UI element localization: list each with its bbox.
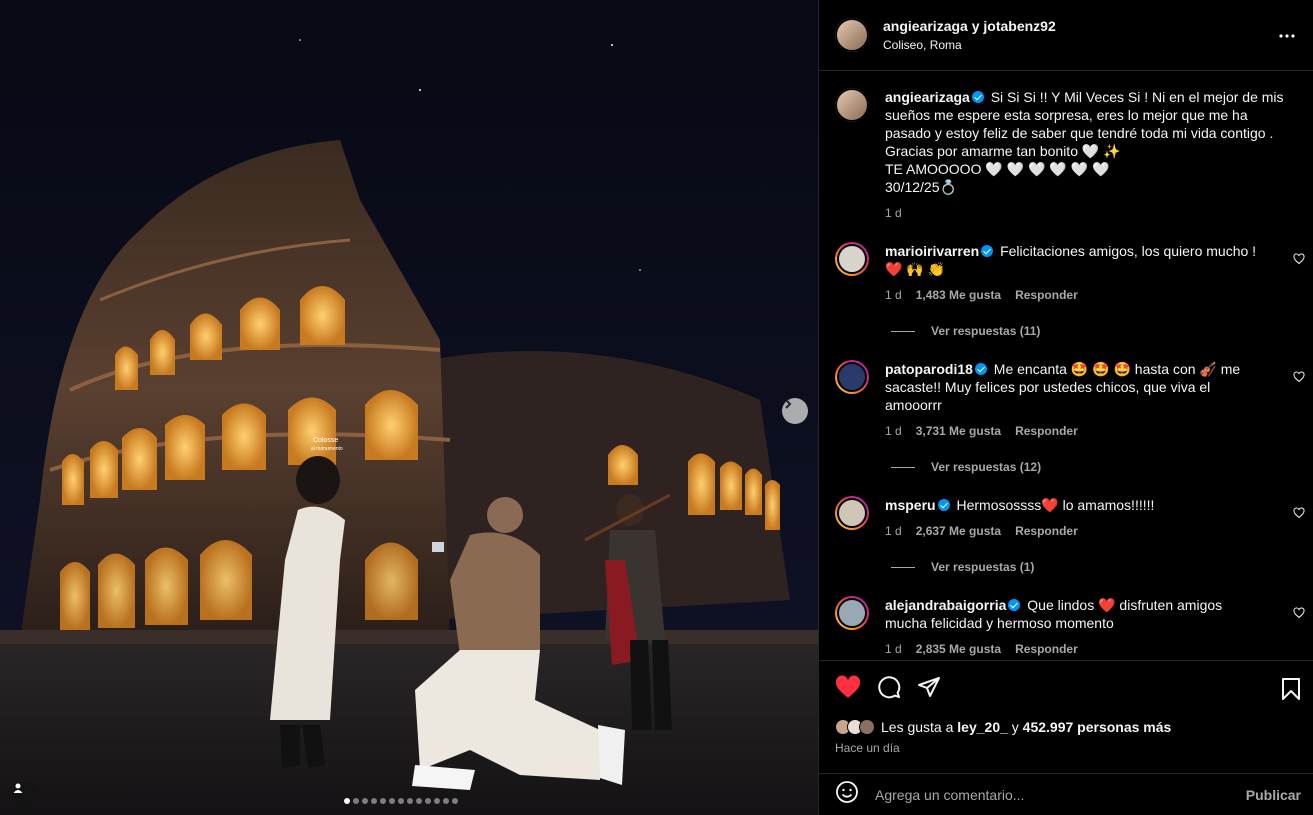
verified-badge-icon xyxy=(981,245,994,257)
reply-button[interactable]: Responder xyxy=(1015,288,1078,302)
comment-likes[interactable]: 2,637 Me gusta xyxy=(916,524,1001,538)
reply-button[interactable]: Responder xyxy=(1015,424,1078,438)
comment-like-button[interactable] xyxy=(1293,252,1305,270)
caption: angiearizaga Si Si Si !! Y Mil Veces Si … xyxy=(835,88,1297,220)
add-comment-bar: Publicar xyxy=(819,773,1313,815)
heart-outline-icon xyxy=(1293,507,1305,519)
commenter-avatar[interactable] xyxy=(835,596,869,630)
caption-line3: 30/12/25💍 xyxy=(885,179,957,195)
carousel-dot xyxy=(425,798,431,804)
comments-list[interactable]: angiearizaga Si Si Si !! Y Mil Veces Si … xyxy=(819,72,1313,660)
commenter-avatar[interactable] xyxy=(835,496,869,530)
comment-username[interactable]: msperu xyxy=(885,497,936,513)
likes-mid: y xyxy=(1011,719,1019,735)
comment-item: alejandrabaigorria Que lindos ❤️ disfrut… xyxy=(835,596,1305,656)
carousel-dots xyxy=(344,798,458,804)
view-replies-button[interactable]: Ver respuestas (11) xyxy=(891,324,1297,338)
liker-avatars xyxy=(835,719,875,735)
reply-button[interactable]: Responder xyxy=(1015,524,1078,538)
carousel-dot xyxy=(398,798,404,804)
post-photo[interactable]: Colosse al monumento xyxy=(0,0,818,815)
comment-input[interactable] xyxy=(875,786,1246,803)
verified-badge-icon xyxy=(1008,599,1021,611)
post-actions: Les gusta a ley_20_ y 452.997 personas m… xyxy=(819,660,1313,755)
colosseum-scene: Colosse al monumento xyxy=(0,0,818,815)
heart-outline-icon xyxy=(1293,371,1305,383)
comment-likes[interactable]: 2,835 Me gusta xyxy=(916,642,1001,656)
caption-line2: TE AMOOOOO 🤍 🤍 🤍 🤍 🤍 🤍 xyxy=(885,161,1110,177)
comment-item: marioirivarren Felicitaciones amigos, lo… xyxy=(835,242,1305,302)
comment-button[interactable] xyxy=(877,675,901,704)
post-side-panel: angiearizaga y jotabenz92 Coliseo, Roma … xyxy=(818,0,1313,815)
carousel-dot xyxy=(353,798,359,804)
comment-time[interactable]: 1 d xyxy=(885,642,902,656)
caption-time[interactable]: 1 d xyxy=(885,206,902,220)
comment-item: msperu Hermosossss❤️ lo amamos!!!!!! 1 d… xyxy=(835,496,1305,538)
publish-button[interactable]: Publicar xyxy=(1246,787,1301,803)
carousel-dot xyxy=(434,798,440,804)
carousel-dot xyxy=(443,798,449,804)
more-options-button[interactable] xyxy=(1279,24,1295,53)
post-time[interactable]: Hace un día xyxy=(835,741,1297,755)
post-location[interactable]: Coliseo, Roma xyxy=(883,38,1056,52)
carousel-dot xyxy=(362,798,368,804)
save-button[interactable] xyxy=(1281,677,1301,706)
caption-username[interactable]: angiearizaga xyxy=(885,89,970,105)
post-authors[interactable]: angiearizaga y jotabenz92 xyxy=(883,18,1056,34)
comment-username[interactable]: marioirivarren xyxy=(885,243,979,259)
likes-user[interactable]: ley_20_ xyxy=(957,719,1008,735)
comment-username[interactable]: alejandrabaigorria xyxy=(885,597,1006,613)
view-replies-button[interactable]: Ver respuestas (1) xyxy=(891,560,1297,574)
comment-time[interactable]: 1 d xyxy=(885,288,902,302)
commenter-avatar[interactable] xyxy=(835,360,869,394)
likes-summary[interactable]: Les gusta a ley_20_ y 452.997 personas m… xyxy=(835,719,1297,735)
verified-badge-icon xyxy=(974,363,987,375)
verified-badge-icon xyxy=(937,499,950,511)
likes-prefix: Les gusta a xyxy=(881,719,954,735)
share-button[interactable] xyxy=(917,675,941,704)
heart-outline-icon xyxy=(1293,607,1305,619)
comment-time[interactable]: 1 d xyxy=(885,424,902,438)
comment-like-button[interactable] xyxy=(1293,370,1305,388)
commenter-avatar[interactable] xyxy=(835,242,869,276)
sign-subtext: al monumento xyxy=(311,446,343,452)
sign-text: Colosse xyxy=(313,437,338,444)
chevron-right-icon xyxy=(785,399,792,409)
carousel-dot xyxy=(344,798,350,804)
comment-likes[interactable]: 3,731 Me gusta xyxy=(916,424,1001,438)
send-icon xyxy=(918,676,940,697)
carousel-dot xyxy=(371,798,377,804)
author-avatar[interactable] xyxy=(835,18,869,52)
tagged-users-button[interactable] xyxy=(12,782,38,808)
carousel-dot xyxy=(407,798,413,804)
verified-badge-icon xyxy=(971,91,984,103)
emoji-button[interactable] xyxy=(835,780,859,809)
likes-count[interactable]: 452.997 personas más xyxy=(1023,719,1172,735)
comment-time[interactable]: 1 d xyxy=(885,524,902,538)
view-replies-button[interactable]: Ver respuestas (12) xyxy=(891,460,1297,474)
next-slide-button[interactable] xyxy=(782,398,808,424)
comment-like-button[interactable] xyxy=(1293,606,1305,624)
comment-username[interactable]: patoparodi18 xyxy=(885,361,973,377)
user-icon xyxy=(13,783,23,793)
emoji-icon xyxy=(836,781,858,803)
comment-icon xyxy=(878,675,901,698)
heart-outline-icon xyxy=(1293,253,1305,265)
bookmark-icon xyxy=(1282,678,1300,700)
like-button[interactable] xyxy=(835,675,861,704)
carousel-dot xyxy=(416,798,422,804)
reply-button[interactable]: Responder xyxy=(1015,642,1078,656)
carousel-dot xyxy=(389,798,395,804)
comment-text: Hermosossss❤️ lo amamos!!!!!! xyxy=(956,497,1155,513)
carousel-dot xyxy=(380,798,386,804)
more-icon xyxy=(1279,34,1295,38)
heart-filled-icon xyxy=(835,675,861,698)
comment-item: patoparodi18 Me encanta 🤩 🤩 🤩 hasta con … xyxy=(835,360,1305,438)
caption-avatar[interactable] xyxy=(835,88,869,122)
comment-like-button[interactable] xyxy=(1293,506,1305,524)
comment-likes[interactable]: 1,483 Me gusta xyxy=(916,288,1001,302)
carousel-dot xyxy=(452,798,458,804)
post-header: angiearizaga y jotabenz92 Coliseo, Roma xyxy=(819,0,1313,71)
